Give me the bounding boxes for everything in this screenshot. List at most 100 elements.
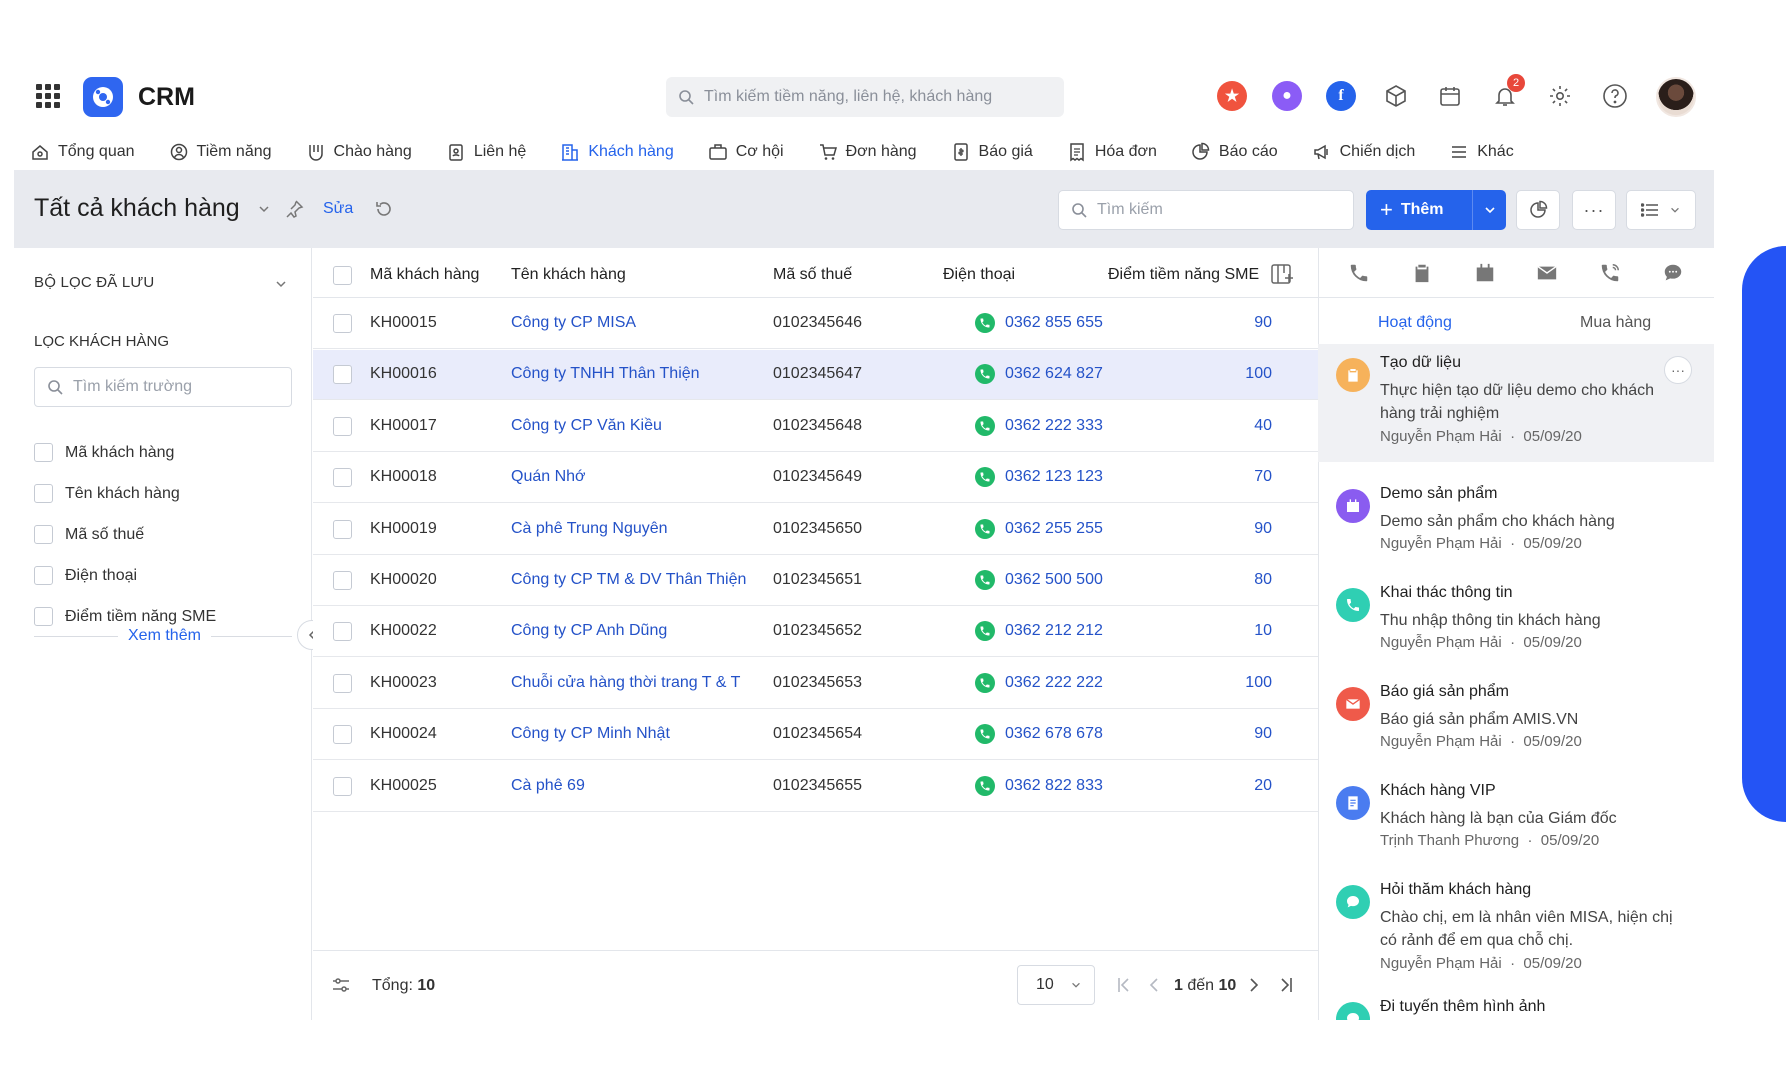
package-icon[interactable] — [1380, 80, 1412, 112]
nav-item-5[interactable]: Cơ hội — [708, 132, 784, 172]
pin-icon[interactable] — [284, 199, 304, 224]
cell-name-link[interactable]: Quán Nhớ — [511, 468, 586, 486]
filter-field-checkbox[interactable] — [34, 566, 53, 585]
idea-icon[interactable]: ● — [1271, 80, 1303, 112]
column-settings-icon[interactable] — [1270, 262, 1294, 291]
column-header-name[interactable]: Tên khách hàng — [511, 266, 626, 284]
table-row[interactable]: KH00020 Công ty CP TM & DV Thân Thiện 0102… — [313, 556, 1318, 606]
field-search-input[interactable] — [73, 378, 273, 396]
first-page-icon[interactable] — [1116, 976, 1132, 999]
last-page-icon[interactable] — [1278, 976, 1294, 999]
row-checkbox[interactable] — [333, 416, 352, 436]
row-checkbox[interactable] — [333, 622, 352, 642]
activity-item[interactable]: Đi tuyến thêm hình ảnh — [1318, 988, 1714, 1020]
cell-phone[interactable]: 0362 624 827 — [975, 364, 1103, 385]
table-row[interactable]: KH00015 Công ty CP MISA 0102345646 0362 855… — [313, 299, 1318, 349]
cell-name-link[interactable]: Công ty TNHH Thân Thiện — [511, 365, 700, 383]
tab-activities[interactable]: Hoạt động — [1378, 314, 1452, 332]
phone-icon[interactable] — [1348, 262, 1370, 284]
list-search-input[interactable] — [1097, 201, 1337, 219]
filter-field-checkbox[interactable] — [34, 607, 53, 626]
page-title[interactable]: Tất cả khách hàng — [34, 194, 271, 223]
table-row[interactable]: KH00022 Công ty CP Anh Dũng 0102345652 0362… — [313, 607, 1318, 658]
nav-item-2[interactable]: Chào hàng — [306, 132, 412, 172]
bell-icon[interactable]: 2 — [1489, 74, 1525, 112]
filter-field-item[interactable]: Điểm tiềm năng SME — [34, 607, 216, 626]
filter-field-checkbox[interactable] — [34, 443, 53, 462]
chat-icon[interactable] — [1662, 262, 1684, 284]
chevron-down-icon[interactable] — [274, 277, 288, 296]
filter-field-checkbox[interactable] — [34, 484, 53, 503]
nav-item-4[interactable]: Khách hàng — [560, 132, 677, 176]
nav-item-11[interactable]: Khác — [1449, 132, 1514, 172]
global-search-input[interactable] — [704, 88, 1044, 106]
row-checkbox[interactable] — [333, 673, 352, 693]
row-checkbox[interactable] — [333, 776, 352, 796]
global-search[interactable] — [666, 77, 1064, 117]
cell-name-link[interactable]: Cà phê 69 — [511, 777, 585, 795]
help-icon[interactable] — [1599, 80, 1631, 112]
chevron-down-icon[interactable] — [257, 202, 271, 216]
nav-item-6[interactable]: Đơn hàng — [818, 132, 917, 172]
add-dropdown-button[interactable] — [1472, 190, 1506, 230]
cell-name-link[interactable]: Chuỗi cửa hàng thời trang T & T — [511, 674, 740, 692]
cell-phone[interactable]: 0362 678 678 — [975, 724, 1103, 745]
nav-item-9[interactable]: Báo cáo — [1191, 132, 1278, 172]
nav-item-3[interactable]: Liên hệ — [446, 132, 526, 172]
more-actions-button[interactable]: ··· — [1664, 356, 1692, 384]
row-checkbox[interactable] — [333, 519, 352, 539]
facebook-icon[interactable]: f — [1325, 80, 1357, 112]
activity-item[interactable]: Báo giá sản phẩm Báo giá sản phẩm AMIS.VN… — [1318, 673, 1714, 769]
filter-field-item[interactable]: Mã khách hàng — [34, 443, 174, 462]
calendar-icon[interactable] — [1434, 80, 1466, 112]
cell-name-link[interactable]: Công ty CP Anh Dũng — [511, 622, 667, 640]
row-checkbox[interactable] — [333, 314, 352, 333]
add-customer-button[interactable]: + Thêm — [1366, 190, 1506, 230]
user-avatar[interactable] — [1656, 77, 1696, 117]
table-row[interactable]: KH00024 Công ty CP Minh Nhật 0102345654 036… — [313, 710, 1318, 761]
table-row[interactable]: KH00019 Cà phê Trung Nguyên 0102345650 0362… — [313, 504, 1318, 555]
star-badge-icon[interactable]: ★ — [1216, 80, 1248, 112]
cell-phone[interactable]: 0362 222 222 — [975, 672, 1103, 693]
cell-name-link[interactable]: Cà phê Trung Nguyên — [511, 520, 668, 538]
list-search[interactable] — [1058, 190, 1354, 230]
cell-name-link[interactable]: Công ty CP TM & DV Thân Thiện — [511, 571, 746, 589]
gear-icon[interactable] — [1544, 80, 1576, 112]
nav-item-10[interactable]: Chiến dịch — [1312, 132, 1415, 172]
refresh-icon[interactable] — [374, 199, 394, 224]
activity-item[interactable]: Tạo dữ liệu Thực hiện tạo dữ liệu demo ch… — [1318, 344, 1714, 462]
activity-item[interactable]: Khai thác thông tin Thu nhập thông tin kh… — [1318, 574, 1714, 670]
calendar-icon[interactable] — [1474, 262, 1496, 284]
nav-item-1[interactable]: Tiềm năng — [169, 132, 272, 172]
cell-phone[interactable]: 0362 222 333 — [975, 415, 1103, 436]
cell-phone[interactable]: 0362 123 123 — [975, 467, 1103, 488]
cell-phone[interactable]: 0362 212 212 — [975, 621, 1103, 642]
clipboard-icon[interactable] — [1411, 262, 1433, 284]
table-row[interactable]: KH00023 Chuỗi cửa hàng thời trang T & T 01… — [313, 658, 1318, 709]
row-checkbox[interactable] — [333, 725, 352, 745]
table-row[interactable]: KH00016 Công ty TNHH Thân Thiện 0102345647… — [313, 350, 1318, 401]
activity-item[interactable]: Hỏi thăm khách hàng Chào chị, em là nhân … — [1318, 871, 1714, 987]
saved-filters-title[interactable]: BỘ LỌC ĐÃ LƯU — [34, 274, 154, 291]
row-checkbox[interactable] — [333, 468, 352, 488]
select-all-checkbox[interactable] — [333, 266, 352, 285]
next-page-icon[interactable] — [1248, 976, 1260, 999]
sliders-icon[interactable] — [331, 975, 351, 1000]
cell-phone[interactable]: 0362 855 655 — [975, 313, 1103, 333]
phone-call-icon[interactable] — [1599, 262, 1621, 284]
see-more-link[interactable]: Xem thêm — [118, 627, 211, 645]
table-row[interactable]: KH00018 Quán Nhớ 0102345649 0362 123 123 70 — [313, 453, 1318, 504]
filter-field-item[interactable]: Điện thoại — [34, 566, 137, 585]
page-size-select[interactable]: 10 — [1017, 965, 1095, 1005]
column-header-code[interactable]: Mã khách hàng — [370, 266, 479, 284]
previous-page-icon[interactable] — [1148, 976, 1160, 999]
row-checkbox[interactable] — [333, 365, 352, 385]
column-header-phone[interactable]: Điện thoại — [943, 266, 1015, 284]
nav-item-7[interactable]: Báo giá — [951, 132, 1033, 172]
filter-field-checkbox[interactable] — [34, 525, 53, 544]
chart-view-button[interactable] — [1516, 190, 1560, 230]
filter-field-item[interactable]: Mã số thuế — [34, 525, 144, 544]
table-row[interactable]: KH00017 Công ty CP Văn Kiều 0102345648 0362… — [313, 401, 1318, 452]
field-search[interactable] — [34, 367, 292, 407]
activity-item[interactable]: Khách hàng VIP Khách hàng là bạn của Giám… — [1318, 772, 1714, 868]
